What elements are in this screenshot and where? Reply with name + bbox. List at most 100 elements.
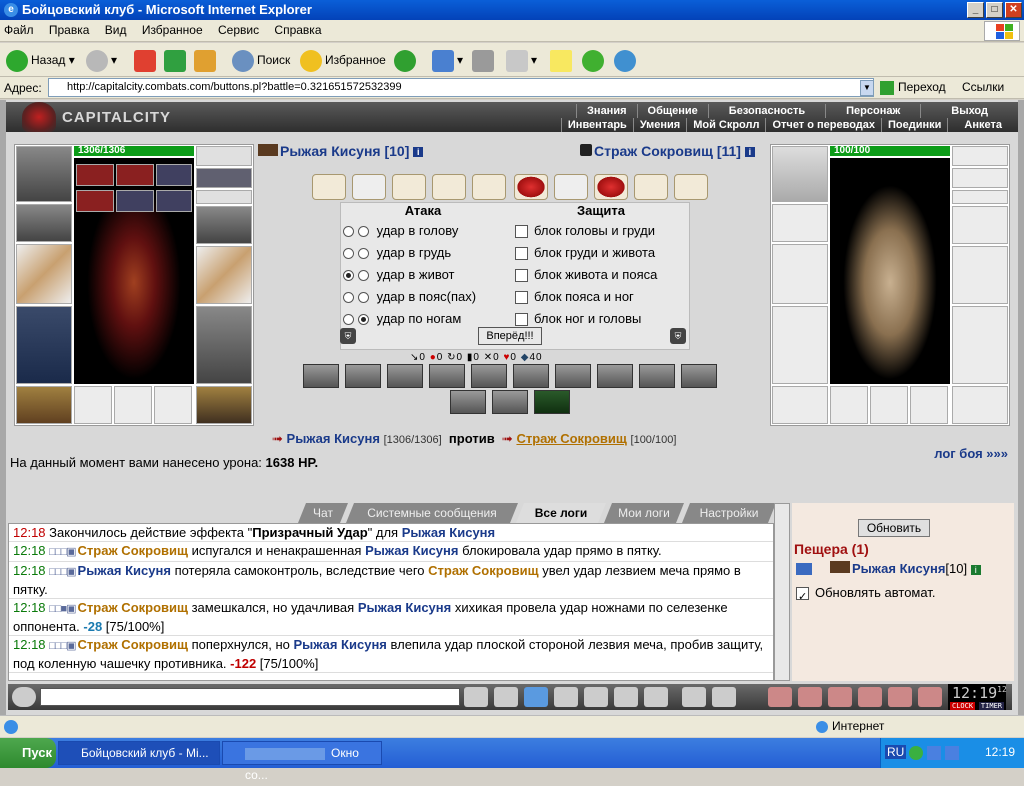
menu-file[interactable]: Файл — [4, 23, 34, 37]
auto-refresh-checkbox[interactable] — [796, 587, 809, 601]
tab-settings[interactable]: Настройки — [682, 503, 776, 523]
nav-transfer-report[interactable]: Отчет о переводах — [765, 118, 881, 132]
stop-button[interactable] — [134, 48, 159, 72]
message-player-name[interactable]: Рыжая Кисуня — [365, 543, 458, 558]
chat-scrollbar[interactable] — [774, 503, 790, 681]
skill-icon-active[interactable] — [534, 390, 570, 414]
skill-icon[interactable] — [471, 364, 507, 388]
skill-icon[interactable] — [513, 364, 549, 388]
attack-radio-left[interactable] — [343, 292, 354, 304]
maximize-button[interactable]: □ — [986, 2, 1003, 18]
icq-button[interactable] — [582, 48, 607, 72]
defense-checkbox[interactable] — [515, 247, 528, 261]
auto-refresh-option[interactable]: Обновлять автомат. — [796, 585, 935, 601]
tab-chat[interactable]: Чат — [298, 503, 348, 523]
task-window[interactable]: Окно со... — [222, 741, 382, 782]
scroll-slot-10[interactable] — [674, 174, 708, 200]
tab-all-logs[interactable]: Все логи — [516, 503, 606, 523]
attack-radio-right[interactable] — [358, 292, 369, 304]
message-player-name[interactable]: Рыжая Кисуня — [78, 563, 171, 578]
skill-icon[interactable] — [492, 390, 528, 414]
fighter-icon[interactable] — [584, 687, 608, 707]
attack-radio-left[interactable] — [343, 314, 354, 326]
scroll-slot-8[interactable] — [594, 174, 628, 200]
user-info-icon[interactable]: i — [970, 564, 981, 575]
defense-checkbox[interactable] — [515, 225, 528, 239]
nav-battles[interactable]: Поединки — [881, 118, 947, 132]
bag-icon[interactable] — [768, 687, 792, 707]
eraser-icon[interactable] — [494, 687, 518, 707]
message-player-name[interactable]: Страж Сокровищ — [78, 543, 188, 558]
scroll-slot-7[interactable] — [554, 174, 588, 200]
player-info-icon[interactable]: i — [413, 147, 424, 158]
nav-security[interactable]: Безопасность — [707, 104, 825, 118]
attack-radio-right[interactable] — [358, 226, 369, 238]
print-button[interactable] — [472, 48, 497, 72]
chat-mode-icon[interactable] — [12, 687, 36, 707]
defense-checkbox[interactable] — [515, 291, 528, 305]
leggings-slot[interactable] — [196, 306, 252, 384]
start-button[interactable]: Пуск — [0, 738, 56, 768]
attack-row[interactable]: удар по ногам — [343, 311, 461, 326]
links-button[interactable]: Ссылки — [962, 80, 1004, 94]
history-button[interactable] — [394, 48, 419, 72]
ring-slot-3[interactable] — [154, 386, 192, 424]
nav-profile[interactable]: Анкета — [947, 118, 1018, 132]
tab-my-logs[interactable]: Мои логи — [604, 503, 684, 523]
scroll-slot-5[interactable] — [472, 174, 506, 200]
defense-row[interactable]: блок пояса и ног — [515, 289, 634, 305]
menu-help[interactable]: Справка — [274, 23, 321, 37]
refresh-button[interactable] — [164, 48, 189, 72]
enemy-name[interactable]: Страж Сокровищ [11] i — [580, 143, 755, 159]
armor-slot[interactable] — [16, 306, 72, 384]
pl-icon[interactable] — [614, 687, 638, 707]
weapon-right-slot[interactable] — [196, 246, 252, 304]
favorites-button[interactable]: Избранное — [300, 48, 386, 72]
vs-player-name[interactable]: Рыжая Кисуня — [287, 431, 380, 446]
minimize-button[interactable]: _ — [967, 2, 984, 18]
ring-slot-1[interactable] — [74, 386, 112, 424]
menu-edit[interactable]: Правка — [49, 23, 90, 37]
forward-attack-button[interactable]: Вперёд!!! — [478, 327, 542, 345]
tray-icon[interactable] — [945, 746, 959, 760]
group-icon[interactable] — [828, 687, 852, 707]
attack-radio-right[interactable] — [358, 248, 369, 260]
exit-icon[interactable] — [918, 687, 942, 707]
skill-icon[interactable] — [345, 364, 381, 388]
online-user[interactable]: Рыжая Кисуня[10] i — [830, 561, 981, 576]
effect-slot-6[interactable] — [156, 190, 192, 212]
filter-icon[interactable] — [524, 687, 548, 707]
rings-slot[interactable] — [196, 190, 252, 204]
bracers-slot[interactable] — [16, 204, 72, 242]
menu-tools[interactable]: Сервис — [218, 23, 259, 37]
skill-icon[interactable] — [303, 364, 339, 388]
message-player-name[interactable]: Страж Сокровищ — [78, 637, 188, 652]
defense-row[interactable]: блок головы и груди — [515, 223, 655, 239]
skill-icon[interactable] — [387, 364, 423, 388]
shield-right-icon[interactable]: ⛨ — [670, 328, 686, 344]
attack-row[interactable]: удар в пояс(пах) — [343, 289, 476, 304]
nav-communication[interactable]: Общение — [636, 104, 708, 118]
tray-icon[interactable] — [927, 746, 941, 760]
menu-view[interactable]: Вид — [105, 23, 127, 37]
message-player-name[interactable]: Рыжая Кисуня — [358, 600, 451, 615]
vs-enemy-name[interactable]: Страж Сокровищ — [516, 431, 626, 446]
send-icon[interactable] — [464, 687, 488, 707]
battle-log-link[interactable]: лог боя »»» — [934, 446, 1008, 461]
defense-row[interactable]: блок ног и головы — [515, 311, 641, 327]
attack-radio-right[interactable] — [358, 270, 369, 282]
save-icon[interactable] — [554, 687, 578, 707]
nav-inventory[interactable]: Инвентарь — [560, 118, 633, 132]
smiley-icon[interactable] — [682, 687, 706, 707]
scroll-slot-2[interactable] — [352, 174, 386, 200]
castle-icon[interactable] — [858, 687, 882, 707]
notes-button[interactable] — [550, 48, 575, 72]
forward-button[interactable]: ▾ — [86, 48, 117, 72]
attack-radio-right[interactable] — [358, 314, 369, 326]
attack-row[interactable]: удар в грудь — [343, 245, 451, 260]
ring-slot-2[interactable] — [114, 386, 152, 424]
scroll-slot-heal[interactable] — [514, 174, 548, 200]
enemy-info-icon[interactable]: i — [744, 147, 755, 158]
skill-icon[interactable] — [681, 364, 717, 388]
skill-icon[interactable] — [639, 364, 675, 388]
